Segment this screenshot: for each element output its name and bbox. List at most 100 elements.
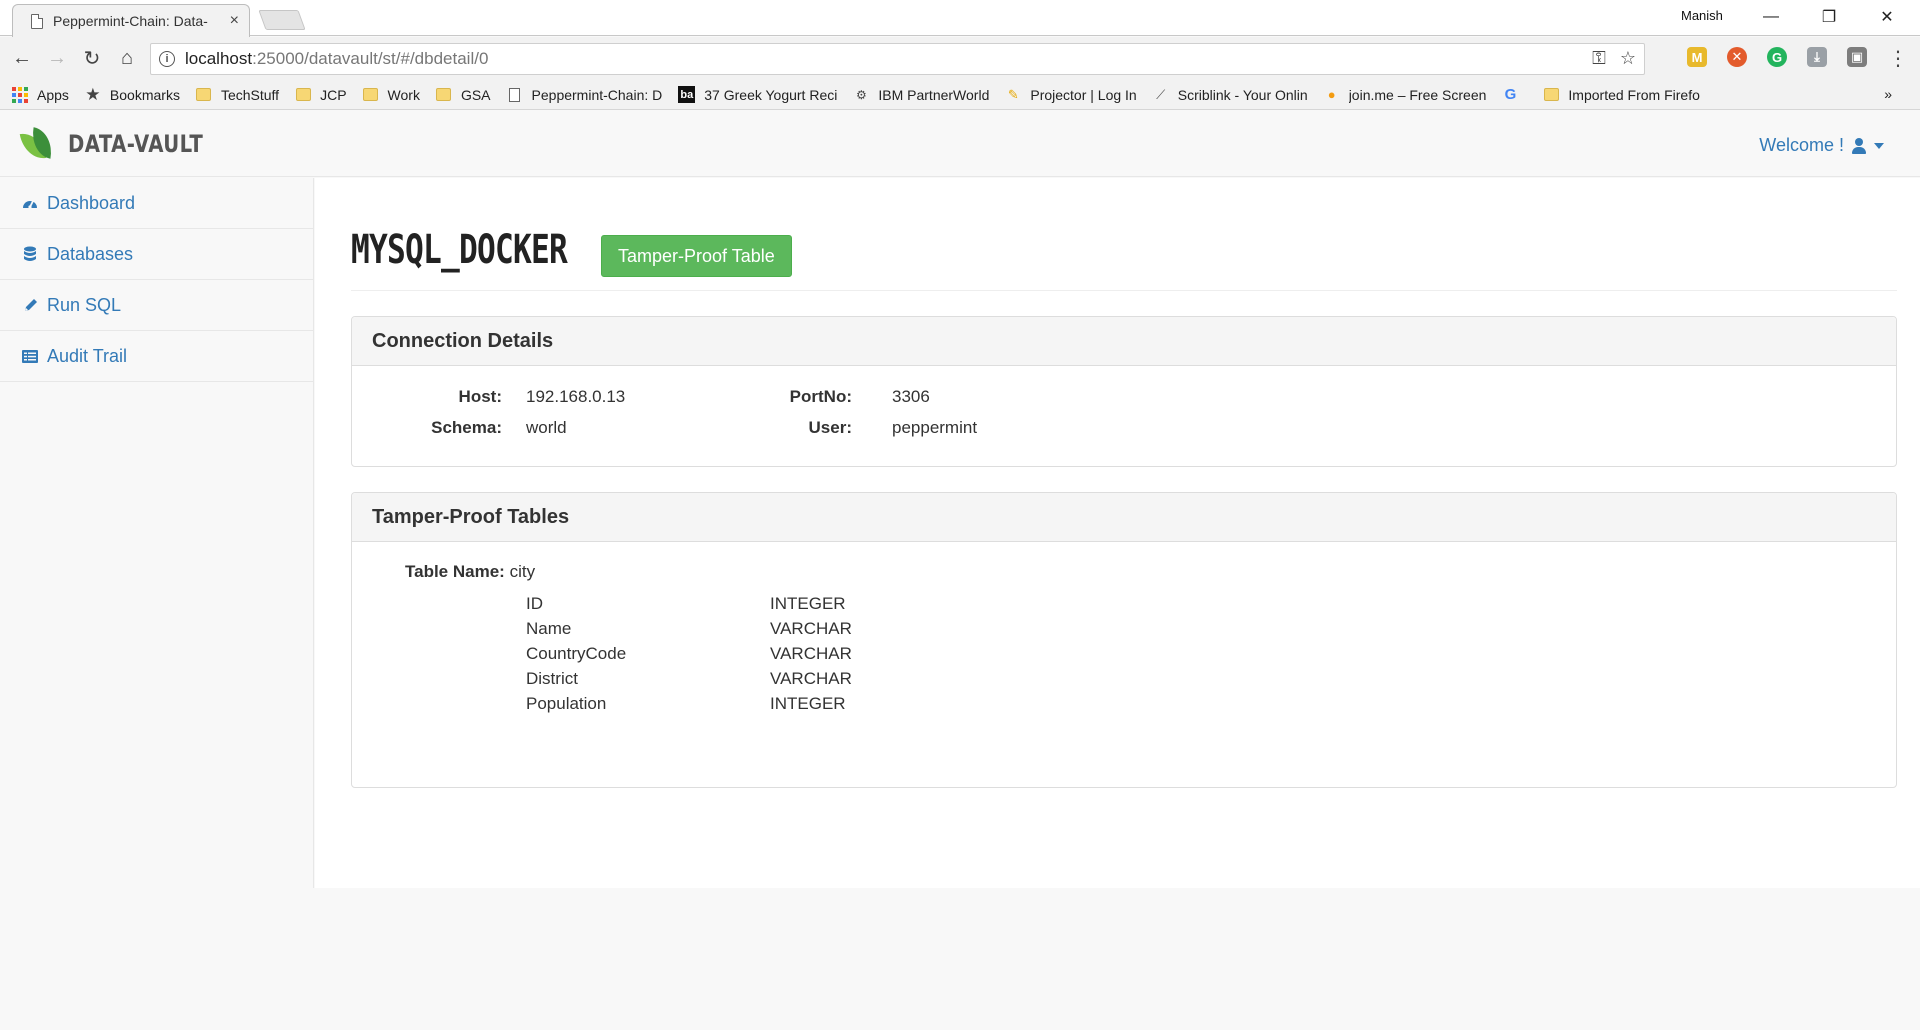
ibm-icon: ⚙ bbox=[855, 87, 867, 102]
page-header: MYSQL_DOCKER Tamper-Proof Table bbox=[351, 227, 1897, 291]
page-title: MYSQL_DOCKER bbox=[351, 227, 568, 273]
bookmark-label: Apps bbox=[37, 86, 69, 103]
reload-button[interactable]: ↻ bbox=[80, 46, 104, 70]
tachometer-icon bbox=[21, 195, 39, 211]
list-item: District VARCHAR bbox=[526, 669, 852, 694]
user-label: User: bbox=[808, 418, 852, 437]
restore-button[interactable]: ❐ bbox=[1806, 2, 1852, 32]
back-button[interactable]: ← bbox=[10, 46, 34, 70]
brand-name: DATA-VAULT bbox=[68, 130, 204, 158]
browser-toolbar: ← → ↻ ⌂ i localhost:25000/datavault/st/#… bbox=[0, 37, 1920, 80]
extension-icon[interactable]: ▣ bbox=[1847, 47, 1867, 67]
new-tab-button[interactable] bbox=[258, 10, 306, 30]
list-item: ID INTEGER bbox=[526, 594, 852, 619]
sidebar-item-label: Run SQL bbox=[47, 294, 122, 315]
sidebar-item-label: Audit Trail bbox=[47, 345, 128, 366]
column-name: Population bbox=[526, 694, 607, 713]
table-name-label: Table Name: bbox=[405, 562, 505, 581]
brand[interactable]: DATA-VAULT bbox=[19, 127, 233, 162]
bookmark-label: Scriblink - Your Onlin bbox=[1177, 86, 1308, 103]
browser-tab[interactable]: Peppermint-Chain: Data- × bbox=[12, 4, 250, 37]
bookmark-star-icon[interactable]: ☆ bbox=[1620, 48, 1636, 69]
bookmark-projector[interactable]: ✎ Projector | Log In bbox=[1005, 86, 1137, 103]
column-type: INTEGER bbox=[770, 594, 846, 613]
bookmark-label: Bookmarks bbox=[109, 86, 180, 103]
page-icon bbox=[507, 87, 523, 102]
bookmark-jcp[interactable]: JCP bbox=[295, 87, 347, 103]
folder-icon bbox=[295, 88, 311, 102]
bookmarks-overflow-button[interactable]: » bbox=[1884, 86, 1892, 102]
bookmark-label: Work bbox=[387, 86, 420, 103]
info-icon[interactable]: i bbox=[159, 51, 175, 67]
list-item: CountryCode VARCHAR bbox=[526, 644, 852, 669]
schema-label: Schema: bbox=[431, 418, 502, 437]
url-host: localhost bbox=[185, 49, 253, 68]
forward-button[interactable]: → bbox=[45, 46, 69, 70]
extension-icon[interactable]: ✕ bbox=[1727, 47, 1747, 67]
bookmark-label: Peppermint-Chain: D bbox=[531, 86, 663, 103]
list-icon bbox=[21, 348, 39, 364]
bookmark-scriblink[interactable]: ⟋ Scriblink - Your Onlin bbox=[1153, 87, 1308, 103]
database-icon bbox=[21, 246, 39, 262]
pencil-icon bbox=[21, 297, 39, 313]
bookmark-peppermint[interactable]: Peppermint-Chain: D bbox=[507, 86, 663, 103]
close-window-button[interactable]: ✕ bbox=[1864, 2, 1910, 32]
folder-icon bbox=[196, 88, 212, 102]
column-name: ID bbox=[526, 594, 543, 613]
bookmarks-bar: Apps ★ Bookmarks TechStuff JCP Work GSA … bbox=[0, 80, 1920, 110]
list-item: Population INTEGER bbox=[526, 694, 852, 719]
bookmark-ibm[interactable]: ⚙ IBM PartnerWorld bbox=[853, 87, 989, 103]
bookmark-bookmarks[interactable]: ★ Bookmarks bbox=[85, 84, 180, 104]
sidebar-item-audit-trail[interactable]: Audit Trail bbox=[0, 331, 313, 382]
bookmark-label: GSA bbox=[460, 86, 491, 103]
tamper-proof-tables-panel: Tamper-Proof Tables Table Name: city ID … bbox=[351, 492, 1897, 788]
apps-grid-icon bbox=[12, 86, 28, 103]
browser-menu-icon[interactable]: ⋮ bbox=[1886, 46, 1910, 70]
joinme-icon: ● bbox=[1327, 87, 1336, 102]
user-icon bbox=[1852, 137, 1866, 154]
bookmark-apps[interactable]: Apps bbox=[12, 86, 69, 103]
panel-heading: Connection Details bbox=[352, 317, 1896, 366]
user-value: peppermint bbox=[892, 418, 978, 437]
projector-icon: ✎ bbox=[1007, 86, 1019, 102]
folder-icon bbox=[436, 88, 452, 102]
address-bar[interactable]: i localhost:25000/datavault/st/#/dbdetai… bbox=[150, 43, 1645, 75]
bookmark-label: join.me – Free Screen bbox=[1348, 86, 1487, 103]
key-icon[interactable]: ⚿ bbox=[1592, 48, 1606, 69]
tab-close-icon[interactable]: × bbox=[230, 12, 239, 30]
bookmark-yogurt[interactable]: ba 37 Greek Yogurt Reci bbox=[678, 86, 837, 103]
folder-icon bbox=[1543, 88, 1559, 102]
port-value: 3306 bbox=[892, 387, 930, 406]
column-list: ID INTEGER Name VARCHAR CountryCode VARC… bbox=[526, 594, 852, 719]
table-name: Table Name: city bbox=[405, 562, 535, 582]
panel-heading: Tamper-Proof Tables bbox=[352, 493, 1896, 542]
extension-icon[interactable]: M bbox=[1687, 47, 1707, 67]
bookmark-label: Projector | Log In bbox=[1030, 86, 1137, 103]
pen-icon: ⟋ bbox=[1156, 86, 1166, 102]
bookmark-work[interactable]: Work bbox=[363, 87, 420, 103]
user-menu[interactable]: Welcome ! bbox=[1759, 135, 1884, 156]
star-icon: ★ bbox=[85, 84, 101, 104]
bookmark-joinme[interactable]: ● join.me – Free Screen bbox=[1324, 87, 1487, 103]
sidebar-item-run-sql[interactable]: Run SQL bbox=[0, 280, 313, 331]
bookmark-gsa[interactable]: GSA bbox=[436, 87, 491, 103]
bookmark-google[interactable]: G bbox=[1502, 86, 1527, 103]
tamper-proof-table-button[interactable]: Tamper-Proof Table bbox=[601, 235, 792, 277]
extension-icon[interactable]: G bbox=[1767, 47, 1787, 67]
folder-icon bbox=[363, 88, 379, 102]
sidebar-item-dashboard[interactable]: Dashboard bbox=[0, 178, 313, 229]
column-name: District bbox=[526, 669, 578, 688]
minimize-button[interactable]: — bbox=[1748, 2, 1794, 32]
column-name: CountryCode bbox=[526, 644, 627, 663]
bookmark-label: TechStuff bbox=[220, 86, 280, 103]
extension-icon[interactable]: ⤓ bbox=[1807, 47, 1827, 67]
column-name: Name bbox=[526, 619, 572, 638]
sidebar-item-databases[interactable]: Databases bbox=[0, 229, 313, 280]
bookmark-imported[interactable]: Imported From Firefo bbox=[1543, 87, 1700, 103]
profile-name[interactable]: Manish bbox=[1681, 8, 1723, 23]
home-button[interactable]: ⌂ bbox=[115, 46, 139, 70]
ba-icon: ba bbox=[678, 86, 696, 103]
bookmark-label: IBM PartnerWorld bbox=[878, 86, 990, 103]
connection-details-panel: Connection Details Host: 192.168.0.13 Po… bbox=[351, 316, 1897, 467]
bookmark-techstuff[interactable]: TechStuff bbox=[196, 87, 279, 103]
